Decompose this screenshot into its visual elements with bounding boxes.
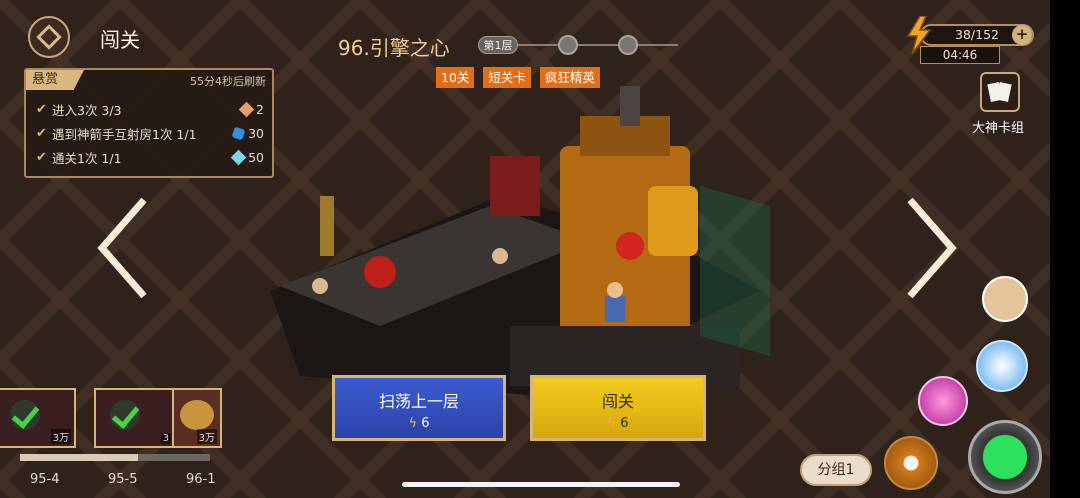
orange-gem-icon bbox=[238, 101, 255, 118]
bounty-tag: 悬赏 bbox=[26, 70, 84, 90]
deck-button[interactable] bbox=[980, 72, 1020, 112]
sweep-previous-floor-button[interactable]: 扫荡上一层 ϟ 6 bbox=[332, 375, 506, 441]
vortex-skill-icon[interactable] bbox=[918, 376, 968, 426]
bounty-task: ✔ 遇到神箭手互射房1次 1/1 30 bbox=[36, 124, 264, 143]
bounty-panel: 悬赏 55分4秒后刷新 ✔ 进入3次 3/3 2 ✔ 遇到神箭手互射房1次 1/… bbox=[24, 68, 274, 178]
add-stamina-button[interactable]: + bbox=[1012, 25, 1032, 45]
group-button[interactable]: 分组1 bbox=[800, 454, 872, 486]
floor-dot[interactable] bbox=[558, 35, 578, 55]
sweep-cost-value: 6 bbox=[421, 416, 430, 431]
check-icon: ✔ bbox=[36, 150, 47, 165]
challenge-button-label: 闯关 bbox=[601, 392, 634, 411]
check-icon: ✔ bbox=[36, 102, 47, 117]
hero-avatar-icon[interactable] bbox=[982, 276, 1028, 322]
diamond-eye-icon bbox=[36, 24, 62, 50]
stage-progress-fill bbox=[20, 454, 138, 461]
stage-label: 95-4 bbox=[30, 472, 60, 487]
home-indicator bbox=[402, 482, 680, 487]
bounty-task-text: 进入3次 3/3 bbox=[52, 103, 122, 118]
bounty-task-text: 通关1次 1/1 bbox=[52, 151, 122, 166]
smile-face-skill-icon[interactable] bbox=[968, 420, 1042, 494]
bounty-task: ✔ 通关1次 1/1 50 bbox=[36, 148, 264, 167]
floor-dot[interactable] bbox=[618, 35, 638, 55]
cards-icon bbox=[987, 81, 1012, 103]
back-home-button[interactable] bbox=[28, 16, 70, 58]
check-icon bbox=[110, 400, 140, 430]
next-level-arrow[interactable] bbox=[900, 196, 960, 300]
level-tag: 短关卡 bbox=[483, 67, 531, 88]
bounty-task: ✔ 进入3次 3/3 2 bbox=[36, 100, 264, 119]
cyan-gem-icon bbox=[230, 149, 247, 166]
lightning-bolt-icon: ϟ bbox=[607, 416, 617, 431]
floor-selector[interactable]: 第1层 bbox=[478, 35, 678, 55]
screen-edge bbox=[1050, 0, 1080, 498]
level-tag: 疯狂精英 bbox=[539, 67, 600, 88]
level-name: 96.引擎之心 bbox=[338, 36, 450, 60]
stage-label: 96-1 bbox=[186, 472, 216, 487]
bounty-task-reward: 30 bbox=[248, 126, 264, 141]
blue-crystal-icon bbox=[231, 126, 246, 141]
stamina-timer: 04:46 bbox=[920, 46, 1000, 64]
challenge-button[interactable]: 闯关 ϟ 6 bbox=[530, 375, 706, 441]
page-title: 闯关 bbox=[100, 28, 140, 52]
bounty-task-reward: 2 bbox=[256, 102, 264, 117]
coin-icon bbox=[180, 400, 214, 430]
stage-amount: 3 bbox=[160, 433, 171, 444]
ice-skill-icon[interactable] bbox=[976, 340, 1028, 392]
stage-amount: 3万 bbox=[50, 429, 71, 444]
deck-label: 大神卡组 bbox=[972, 121, 1025, 136]
check-icon: ✔ bbox=[36, 126, 47, 141]
challenge-cost-value: 6 bbox=[620, 416, 629, 431]
floor-current-pill[interactable]: 第1层 bbox=[478, 36, 518, 54]
floor-track-line bbox=[498, 44, 678, 46]
bounty-refresh-timer: 55分4秒后刷新 bbox=[190, 75, 266, 88]
check-icon bbox=[10, 400, 40, 430]
stage-progress-track bbox=[20, 454, 210, 461]
bounty-task-text: 遇到神箭手互射房1次 1/1 bbox=[52, 127, 197, 142]
lightning-bolt-icon: ϟ bbox=[408, 416, 418, 431]
level-tag: 10关 bbox=[436, 67, 475, 88]
level-tags: 10关 短关卡 疯狂精英 bbox=[436, 67, 600, 88]
stage-amount: 3万 bbox=[196, 429, 217, 444]
stage-96-1-button[interactable]: 3万 bbox=[172, 388, 222, 448]
stage-label: 95-5 bbox=[108, 472, 138, 487]
eye-skill-icon[interactable] bbox=[884, 436, 938, 490]
previous-level-arrow[interactable] bbox=[94, 196, 154, 300]
bounty-task-reward: 50 bbox=[248, 150, 264, 165]
challenge-cost: ϟ 6 bbox=[533, 416, 703, 431]
level-scene-illustration bbox=[270, 86, 770, 396]
stage-95-4-button[interactable]: 3万 bbox=[0, 388, 76, 448]
sweep-button-label: 扫荡上一层 bbox=[378, 392, 459, 411]
sweep-cost: ϟ 6 bbox=[335, 416, 503, 431]
stage-95-5-button[interactable]: 3 bbox=[94, 388, 176, 448]
